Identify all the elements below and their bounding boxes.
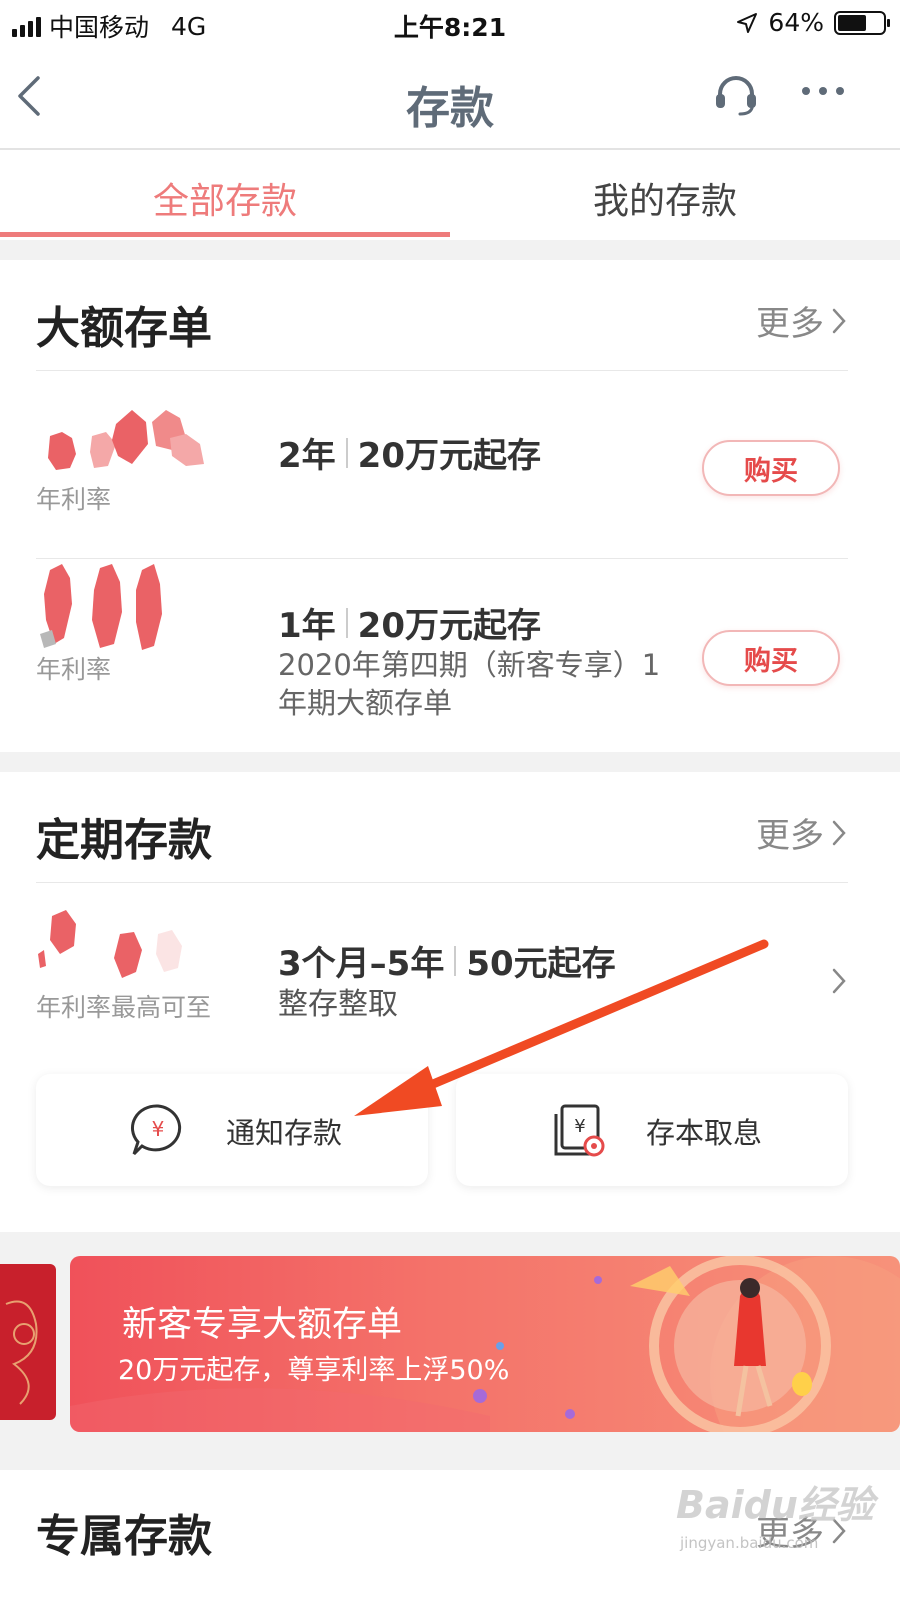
yuan-chat-icon: ¥ [130,1104,182,1156]
chevron-right-icon [832,820,846,845]
rate-label: 年利率 [36,485,112,514]
baidu-watermark-logo: Baidu经验 [676,1483,874,1527]
notice-deposit-button[interactable]: ¥ 通知存款 [36,1074,428,1186]
banner-title: 新客专享大额存单 [122,1305,403,1345]
more-link[interactable]: 更多 [756,808,848,857]
product-description: 整存整取 [278,987,398,1022]
min-amount-text: 50元起存 [466,944,616,984]
min-amount-text: 20万元起存 [357,606,541,646]
tab-bar: 全部存款 我的存款 [0,150,900,240]
more-label: 更多 [756,816,824,856]
rate-label: 年利率最高可至 [36,993,212,1022]
status-right: 64% [736,8,890,37]
chevron-right-icon[interactable] [830,966,848,996]
product-term: 3个月–5年 50元起存 [278,936,616,985]
svg-text:¥: ¥ [574,1116,585,1137]
tab-all-deposits[interactable]: 全部存款 [0,172,450,224]
section-title: 专属存款 [36,1511,212,1562]
separator [345,607,348,638]
status-bar: 中国移动 4G 上午8:21 64% [0,0,900,46]
promo-banner[interactable]: 新客专享大额存单 20万元起存，尊享利率上浮50% [70,1256,900,1432]
separator [454,945,457,976]
section-title: 定期存款 [36,815,212,866]
section-title: 大额存单 [36,303,212,354]
svg-text:¥: ¥ [152,1117,165,1141]
yuan-docs-icon: ¥ [554,1104,605,1157]
prev-banner-peek[interactable] [0,1264,56,1420]
location-arrow-icon [737,12,758,33]
battery-percent: 64% [768,8,824,37]
product-term: 2年 20万元起存 [278,428,541,477]
more-link[interactable]: 更多 [756,296,848,345]
separator [345,437,348,468]
product-description: 2020年第四期（新客专享）1年期大额存单 [278,648,661,720]
buy-button[interactable]: 购买 [702,440,840,496]
buy-button[interactable]: 购买 [702,630,840,686]
more-dots-icon[interactable] [798,76,848,106]
interest-withdrawal-button[interactable]: ¥ 存本取息 [456,1074,848,1186]
term-text: 3个月–5年 [278,944,445,984]
large-cd-section: 大额存单 更多 年利率 2年 20万元起存 购买 年利率 1年 20万元起存 2… [0,260,900,752]
term-text: 1年 [278,606,336,646]
quick-label: 存本取息 [646,1116,763,1150]
term-text: 2年 [278,436,336,476]
banner-subtitle: 20万元起存，尊享利率上浮50% [118,1355,510,1386]
headset-icon[interactable] [712,70,760,118]
page-title: 存款 [406,83,494,134]
rate-redacted-blob [38,910,182,978]
product-term: 1年 20万元起存 [278,598,541,647]
divider [36,370,848,371]
divider [36,558,848,559]
rate-redacted-blob [48,410,204,470]
quick-label: 通知存款 [226,1116,343,1150]
rate-label: 年利率 [36,655,112,684]
active-tab-indicator [0,232,450,237]
watermark-url: jingyan.baidu.com [680,1534,819,1552]
chevron-right-icon [832,308,846,333]
min-amount-text: 20万元起存 [357,436,541,476]
more-label: 更多 [756,304,824,344]
battery-icon [834,10,890,35]
dragon-pattern-icon [5,1300,38,1405]
tab-my-deposits[interactable]: 我的存款 [440,172,890,224]
nav-bar: 存款 [0,46,900,150]
divider [36,882,848,883]
rate-redacted-blob [40,564,162,650]
